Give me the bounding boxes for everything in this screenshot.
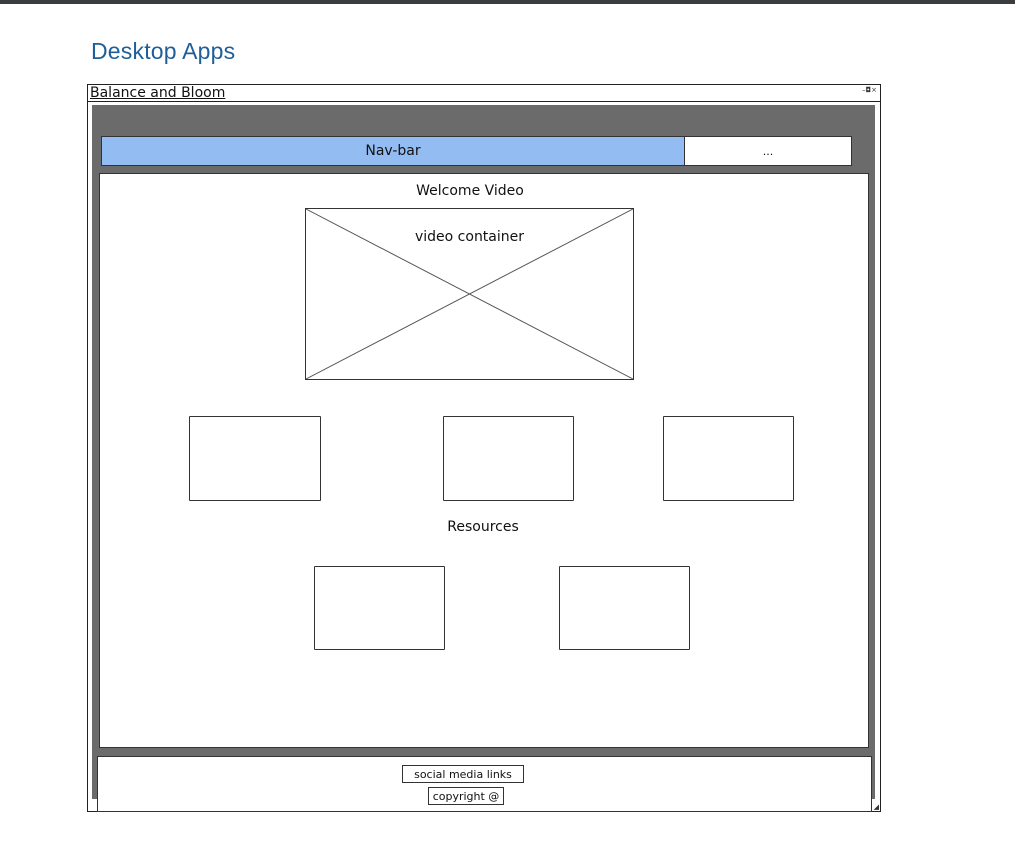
content-card[interactable] [443, 416, 574, 501]
nav-bar-label: Nav-bar [365, 143, 421, 159]
app-window: Balance and Bloom –◘× Nav-bar ... Welcom… [87, 84, 881, 812]
copyright-label: copyright @ [428, 787, 504, 805]
content-card[interactable] [663, 416, 794, 501]
window-controls-icon[interactable]: –◘× [862, 86, 877, 94]
nav-more-label: ... [762, 144, 774, 158]
social-media-links[interactable]: social media links [402, 765, 524, 783]
resize-grip-icon[interactable]: ◢ [874, 803, 879, 811]
titlebar-divider [88, 101, 880, 102]
resources-title: Resources [447, 519, 519, 535]
footer: social media links copyright @ [97, 756, 872, 812]
video-container-label: video container [414, 229, 525, 245]
page-title: Desktop Apps [91, 38, 236, 64]
social-media-label: social media links [414, 767, 512, 781]
app-frame: Nav-bar ... Welcome Video video containe… [92, 105, 875, 812]
main-content: Welcome Video video container Resources [99, 173, 869, 748]
nav-more-button[interactable]: ... [684, 136, 852, 166]
content-card[interactable] [189, 416, 321, 501]
resource-card[interactable] [559, 566, 690, 650]
copyright-text: copyright @ [432, 789, 500, 803]
welcome-video-title: Welcome Video [416, 183, 524, 199]
video-container[interactable]: video container [305, 208, 634, 380]
nav-bar[interactable]: Nav-bar [101, 136, 685, 166]
window-title: Balance and Bloom [90, 85, 226, 101]
top-border [0, 0, 1015, 4]
resource-card[interactable] [314, 566, 445, 650]
